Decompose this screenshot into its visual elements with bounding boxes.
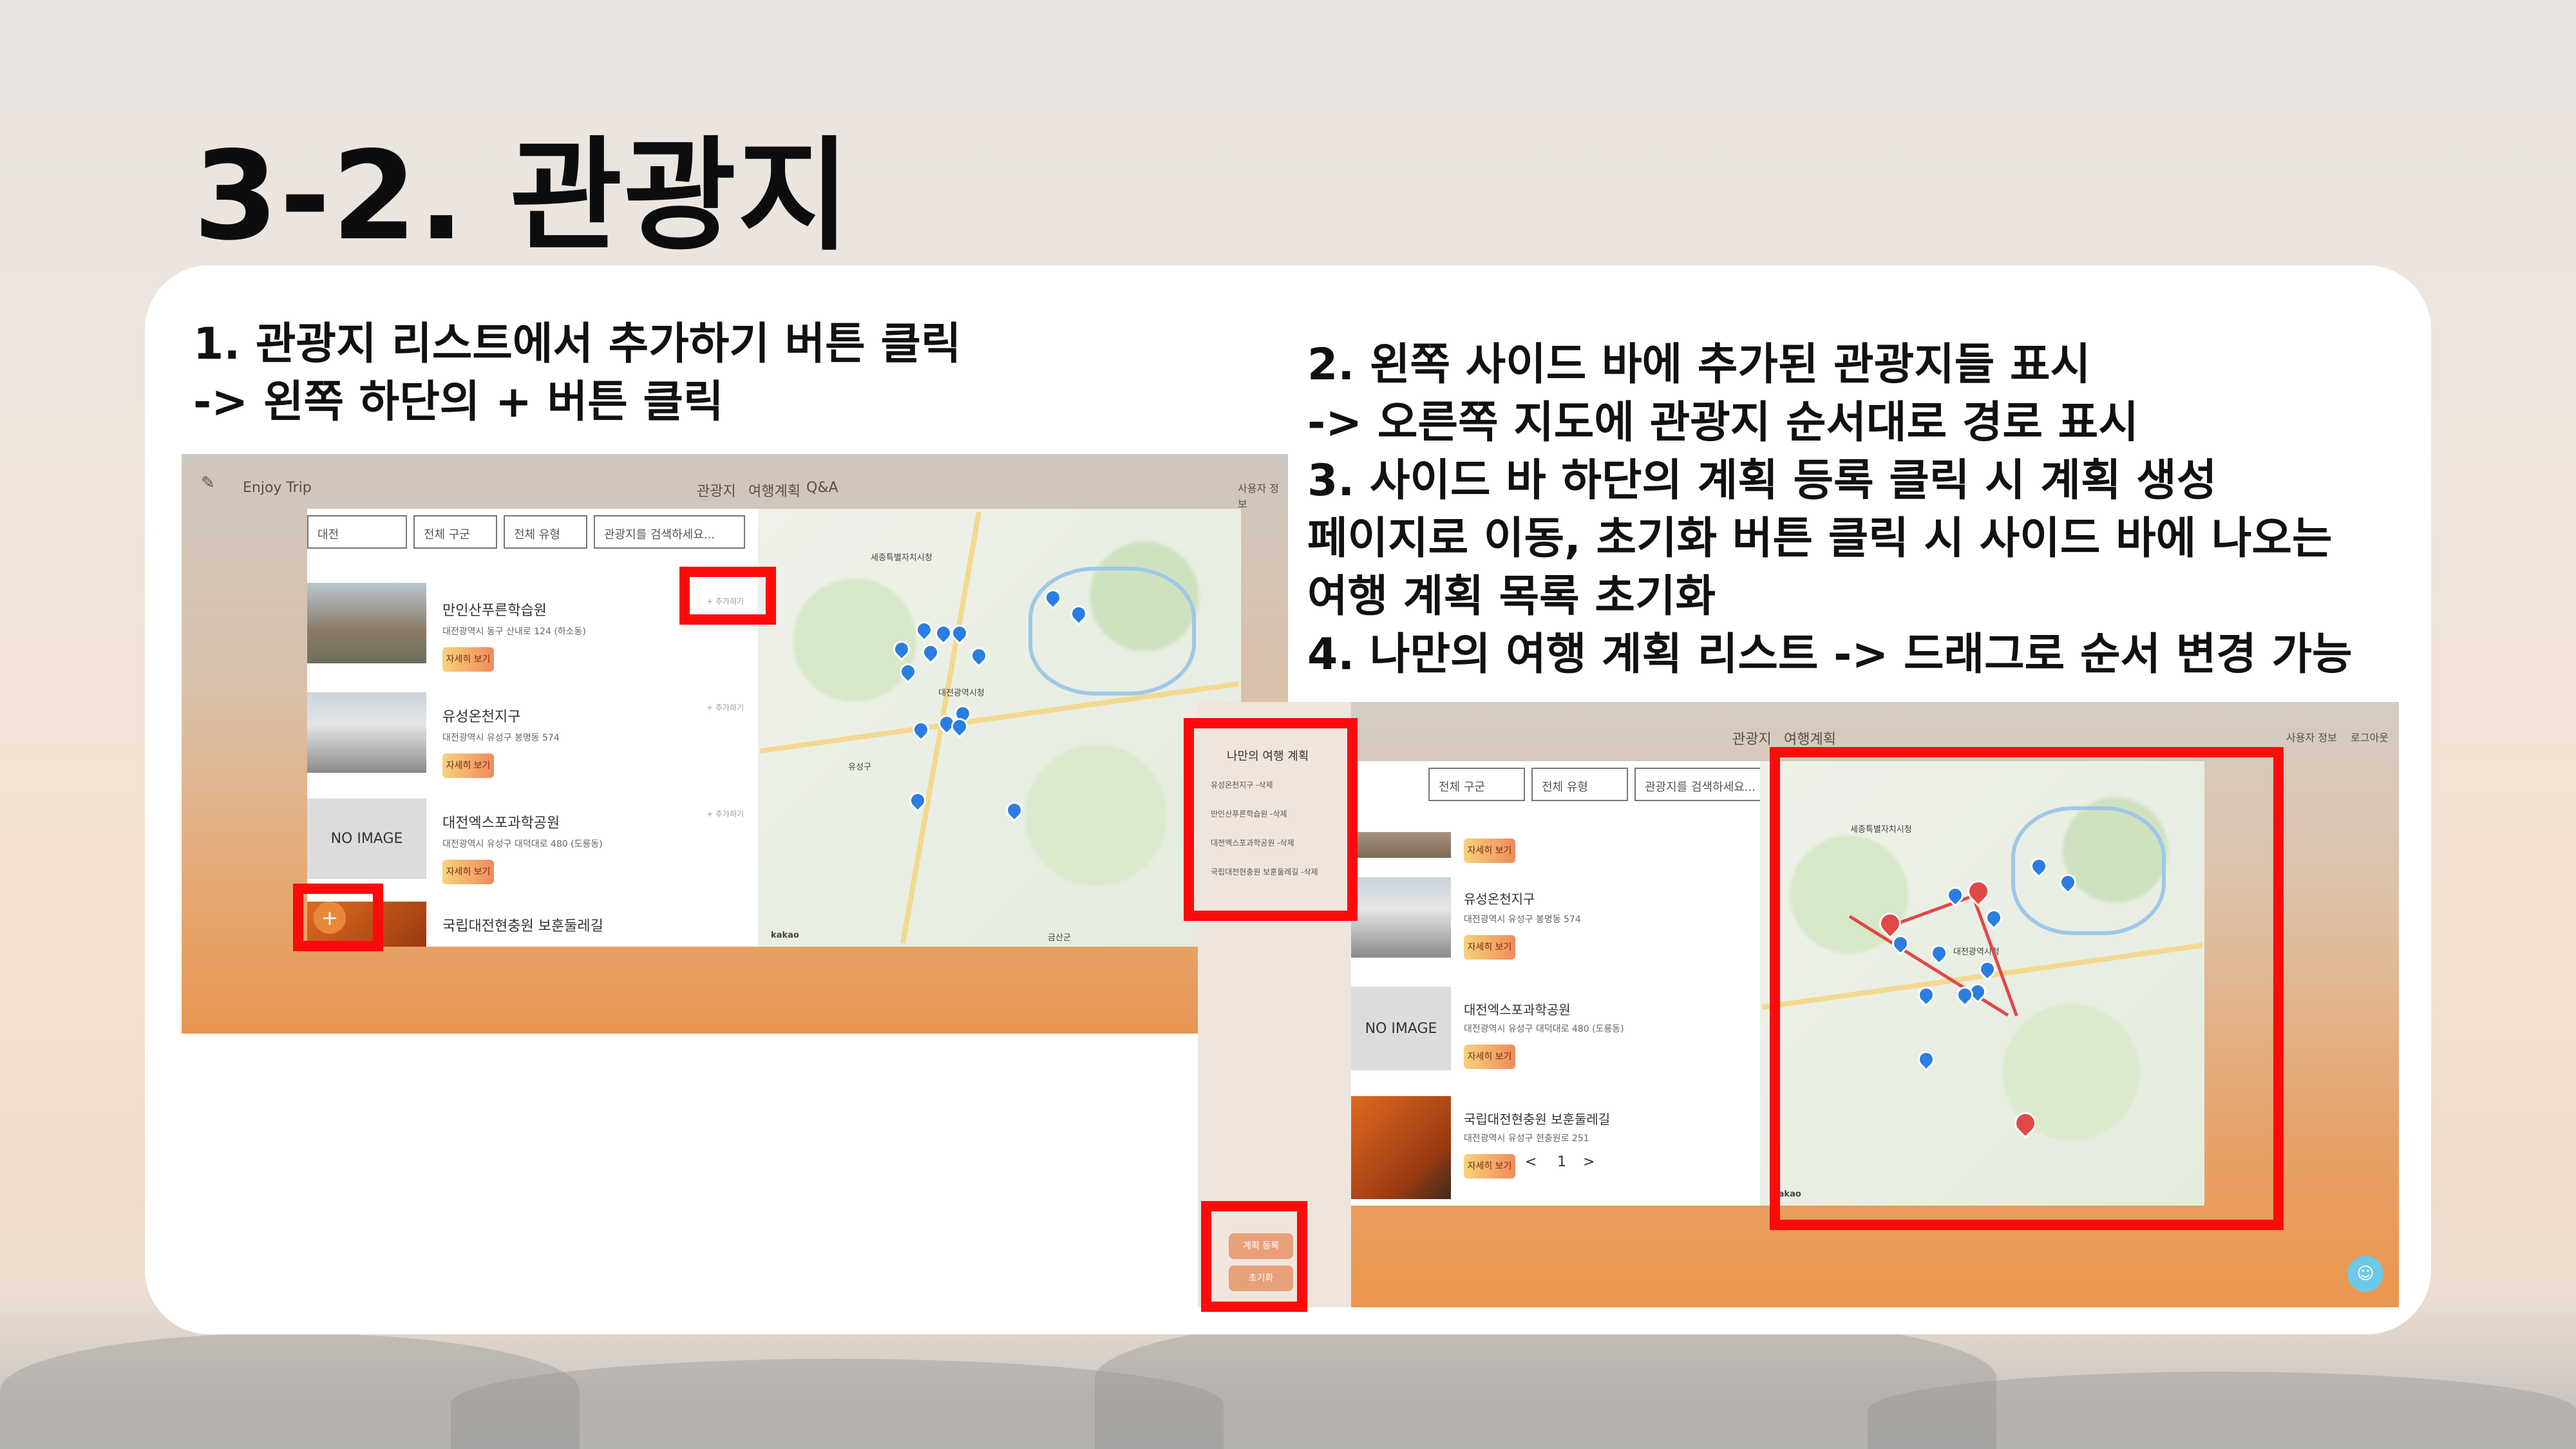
add-link[interactable]: + 추가하기 <box>706 808 744 819</box>
map-pin-icon[interactable] <box>947 621 972 645</box>
detail-button[interactable]: 자세히 보기 <box>442 860 494 884</box>
step2-line4: 페이지로 이동, 초기화 버튼 클릭 시 사이드 바에 나오는 <box>1307 513 2333 564</box>
detail-button[interactable]: 자세히 보기 <box>1464 838 1515 863</box>
map-label: 세종특별자치시청 <box>871 553 933 563</box>
detail-button[interactable]: 자세히 보기 <box>1464 935 1515 960</box>
nav-logout[interactable]: 로그아웃 <box>2351 729 2389 744</box>
step2-line3: 3. 사이드 바 하단의 계획 등록 클릭 시 계획 생성 <box>1307 455 2217 506</box>
search-input[interactable]: 관광지를 검색하세요... <box>594 515 745 549</box>
step2-line6: 4. 나만의 여행 계획 리스트 -> 드래그로 순서 변경 가능 <box>1307 629 2353 680</box>
no-image-placeholder: NO IMAGE <box>1351 987 1451 1070</box>
chat-icon[interactable]: ☺ <box>2347 1256 2383 1292</box>
filter-type[interactable]: 전체 유형 <box>504 515 587 549</box>
item-title: 대전엑스포과학공원 <box>442 815 560 831</box>
map-pin-icon[interactable] <box>918 640 943 665</box>
item-title: 유성온천지구 <box>1464 891 1535 907</box>
highlight-add-link <box>679 567 776 625</box>
highlight-route-map <box>1770 747 2284 1230</box>
nav-user-info[interactable]: 사용자 정보 <box>2286 729 2337 744</box>
item-image <box>307 583 426 663</box>
step1-line1: 1. 관광지 리스트에서 추가하기 버튼 클릭 <box>193 319 961 370</box>
highlight-plan-buttons <box>1201 1201 1307 1312</box>
map-view[interactable]: 세종특별자치시청 대전광역시청 유성구 금산군 kakao <box>758 509 1241 947</box>
item-address: 대전광역시 동구 산내로 124 (하소동) <box>442 627 586 637</box>
item-title: 국립대전현충원 보훈둘레길 <box>1464 1112 1611 1127</box>
step2-instructions: 2. 왼쪽 사이드 바에 추가된 관광지들 표시 -> 오른쪽 지도에 관광지 … <box>1307 336 2353 684</box>
item-title: 국립대전현충원 보훈둘레길 <box>442 918 603 934</box>
item-image <box>1351 877 1451 958</box>
item-title: 유성온천지구 <box>442 709 521 725</box>
item-image <box>1351 832 1451 858</box>
slide-title: 3-2. 관광지 <box>193 125 851 267</box>
no-image-placeholder: NO IMAGE <box>307 799 426 879</box>
nav-user-info[interactable]: 사용자 정보 <box>1238 480 1288 511</box>
item-address: 대전광역시 유성구 대덕대로 480 (도룡동) <box>442 839 603 849</box>
detail-button[interactable]: 자세히 보기 <box>442 753 494 778</box>
item-address: 대전광역시 유성구 대덕대로 480 (도룡동) <box>1464 1024 1624 1034</box>
filter-type[interactable]: 전체 유형 <box>1531 768 1628 801</box>
nav-plan[interactable]: 여행계획 <box>748 480 800 500</box>
step2-line5: 여행 계획 목록 초기화 <box>1307 571 1716 622</box>
nav-qna[interactable]: Q&A <box>806 480 838 496</box>
map-pin-icon[interactable] <box>909 717 933 742</box>
item-address: 대전광역시 유성구 봉명동 574 <box>1464 914 1581 925</box>
kakao-logo: kakao <box>771 931 799 940</box>
add-link[interactable]: + 추가하기 <box>706 702 744 713</box>
step1-line2: -> 왼쪽 하단의 + 버튼 클릭 <box>193 377 724 428</box>
nav-attractions[interactable]: 관광지 <box>697 480 736 500</box>
step1-instructions: 1. 관광지 리스트에서 추가하기 버튼 클릭 -> 왼쪽 하단의 + 버튼 클… <box>193 316 961 431</box>
map-label: 유성구 <box>848 762 871 772</box>
map-pin-icon[interactable] <box>912 618 936 642</box>
item-title: 만인산푸른학습원 <box>442 603 547 619</box>
filter-region[interactable]: 대전 <box>307 515 407 549</box>
item-image <box>307 692 426 773</box>
step2-line1: 2. 왼쪽 사이드 바에 추가된 관광지들 표시 <box>1307 339 2091 390</box>
logo-icon: ✎ <box>201 473 215 493</box>
nav-attractions[interactable]: 관광지 <box>1732 728 1772 748</box>
item-image <box>1351 1096 1451 1199</box>
map-pin-icon[interactable] <box>889 637 914 661</box>
item-address: 대전광역시 유성구 현충원로 251 <box>1464 1133 1589 1144</box>
map-label: 금산군 <box>1048 933 1071 943</box>
app-logo-text: Enjoy Trip <box>243 480 312 496</box>
map-pin-icon[interactable] <box>1002 798 1027 822</box>
map-pin-icon[interactable] <box>896 659 920 684</box>
step2-line2: -> 오른쪽 지도에 관광지 순서대로 경로 표시 <box>1307 397 2139 448</box>
map-pin-icon[interactable] <box>967 643 991 668</box>
filter-district[interactable]: 전체 구군 <box>1428 768 1525 801</box>
detail-button[interactable]: 자세히 보기 <box>1464 1045 1515 1069</box>
map-label: 대전광역시청 <box>938 688 985 698</box>
item-title: 대전엑스포과학공원 <box>1464 1002 1571 1018</box>
highlight-plan-list <box>1184 718 1358 921</box>
highlight-plus-button <box>293 884 383 951</box>
pagination-prev[interactable]: < <box>1525 1154 1537 1170</box>
filter-district[interactable]: 전체 구군 <box>413 515 497 549</box>
nav-plan[interactable]: 여행계획 <box>1784 728 1836 748</box>
pagination-page[interactable]: 1 <box>1557 1154 1566 1170</box>
detail-button[interactable]: 자세히 보기 <box>442 647 494 672</box>
item-address: 대전광역시 유성구 봉명동 574 <box>442 733 560 743</box>
detail-button[interactable]: 자세히 보기 <box>1464 1154 1515 1179</box>
pagination-next[interactable]: > <box>1583 1154 1595 1170</box>
